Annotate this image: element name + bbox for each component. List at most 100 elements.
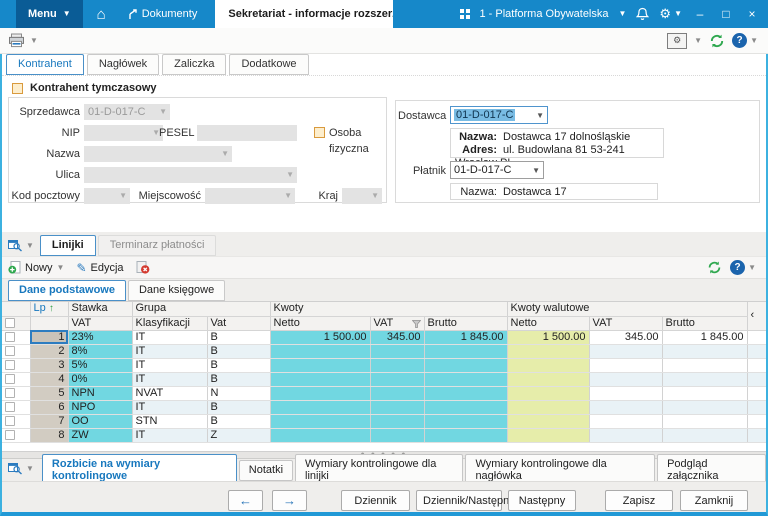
cell-lp[interactable]: 7 [30,414,68,428]
cell-vat[interactable]: B [207,400,270,414]
cell-stawka[interactable]: 8% [68,344,132,358]
cell-vat2[interactable] [370,400,424,414]
cell-brutto[interactable] [424,428,507,442]
cell-vat[interactable]: B [207,414,270,428]
table-row[interactable]: 6NPO ITB [2,400,766,414]
filter-icon[interactable] [412,320,421,328]
col-group-stawka[interactable]: Stawka [68,302,132,316]
row-checkbox[interactable] [5,430,15,440]
chevron-down-icon[interactable]: ▼ [674,10,682,18]
row-select-cell[interactable] [2,372,30,386]
table-row[interactable]: 40% ITB [2,372,766,386]
cell-netto[interactable] [270,358,370,372]
col-netto[interactable]: Netto [270,316,370,330]
col-group-kwoty-walutowe[interactable]: Kwoty walutowe [507,302,747,316]
cell-vat2[interactable] [370,344,424,358]
cell-nettow[interactable] [507,358,589,372]
cell-stawka[interactable]: 5% [68,358,132,372]
cell-klas[interactable]: IT [132,344,207,358]
cell-nettow[interactable] [507,414,589,428]
cell-brutto[interactable] [424,386,507,400]
row-select-cell[interactable] [2,344,30,358]
cell-nettow[interactable] [507,428,589,442]
table-row[interactable]: 5NPN NVATN [2,386,766,400]
view-settings-icon[interactable]: ⚙ [667,33,687,49]
cell-brutto[interactable] [424,414,507,428]
nastepny-button[interactable]: Następny [508,490,576,511]
table-row[interactable]: 28% ITB [2,344,766,358]
cell-klas[interactable]: IT [132,372,207,386]
company-selector[interactable]: 1 - Platforma Obywatelska [480,8,609,20]
minimize-button[interactable]: – [692,7,708,21]
row-select-cell[interactable] [2,428,30,442]
close-button[interactable]: × [744,7,760,21]
cell-stawka[interactable]: ZW [68,428,132,442]
col-group-grupa[interactable]: Grupa [132,302,270,316]
row-select-cell[interactable] [2,400,30,414]
cell-bruttow[interactable] [662,344,747,358]
panel-magnifier-icon[interactable] [8,238,23,252]
col-klasyfikacji[interactable]: Klasyfikacji [132,316,207,330]
row-checkbox[interactable] [5,360,15,370]
cell-stawka[interactable]: 0% [68,372,132,386]
cell-klas[interactable]: NVAT [132,386,207,400]
cell-bruttow[interactable] [662,372,747,386]
col-brutto[interactable]: Brutto [424,316,507,330]
cell-vat2[interactable] [370,428,424,442]
cell-vat2[interactable] [370,386,424,400]
chevron-down-icon[interactable]: ▼ [694,36,702,45]
cell-stawka[interactable]: NPO [68,400,132,414]
dziennik-button[interactable]: Dziennik [341,490,410,511]
cell-vat[interactable]: N [207,386,270,400]
cell-bruttow[interactable]: 1 845.00 [662,330,747,344]
cell-stawka[interactable]: NPN [68,386,132,400]
select-all-checkbox[interactable] [5,318,15,328]
cell-vatw[interactable] [589,344,662,358]
tab-dokumenty[interactable]: Dokumenty [122,8,204,20]
edycja-button[interactable]: ✎ Edycja [70,257,129,278]
cell-lp[interactable]: 2 [30,344,68,358]
help-icon[interactable]: ? [730,260,745,275]
tab-terminarz-platnosci[interactable]: Terminarz płatności [98,235,217,256]
row-checkbox[interactable] [5,346,15,356]
chevron-down-icon[interactable]: ▼ [26,241,34,250]
cell-lp[interactable]: 1 [30,330,68,344]
cell-bruttow[interactable] [662,386,747,400]
cell-lp[interactable]: 3 [30,358,68,372]
cell-netto[interactable] [270,400,370,414]
maximize-button[interactable]: □ [718,7,734,21]
cell-brutto[interactable] [424,358,507,372]
tab-notatki[interactable]: Notatki [239,460,293,481]
row-checkbox[interactable] [5,388,15,398]
zamknij-button[interactable]: Zamknij [680,490,748,511]
row-checkbox[interactable] [5,416,15,426]
next-record-button[interactable]: → [272,490,307,511]
nowy-button[interactable]: Nowy ▼ [2,257,70,278]
cell-vat[interactable]: B [207,330,270,344]
tab-linijki[interactable]: Linijki [40,235,96,256]
gear-icon[interactable]: ⚙ [659,6,671,22]
cell-netto[interactable] [270,372,370,386]
cell-nettow[interactable]: 1 500.00 [507,330,589,344]
row-select-cell[interactable] [2,330,30,344]
cell-stawka[interactable]: OO [68,414,132,428]
tab-dodatkowe[interactable]: Dodatkowe [229,54,308,75]
cell-netto[interactable] [270,386,370,400]
row-select-cell[interactable] [2,414,30,428]
table-row[interactable]: 8ZW ITZ [2,428,766,442]
menu-button[interactable]: Menu ▼ [16,0,83,28]
tab-kontrahent[interactable]: Kontrahent [6,54,84,75]
cell-vat[interactable]: B [207,372,270,386]
cell-vatw[interactable] [589,358,662,372]
refresh-icon[interactable] [709,33,725,49]
cell-klas[interactable]: IT [132,330,207,344]
col-grupa-vat[interactable]: Vat [207,316,270,330]
osoba-fizyczna-checkbox[interactable] [314,127,325,138]
collapse-panel-icon[interactable]: ‹ [747,302,766,330]
bell-icon[interactable] [636,7,649,21]
cell-netto[interactable] [270,428,370,442]
refresh-icon[interactable] [707,260,722,275]
col-stawka-vat[interactable]: VAT [68,316,132,330]
cell-vat[interactable]: Z [207,428,270,442]
cell-vatw[interactable] [589,386,662,400]
